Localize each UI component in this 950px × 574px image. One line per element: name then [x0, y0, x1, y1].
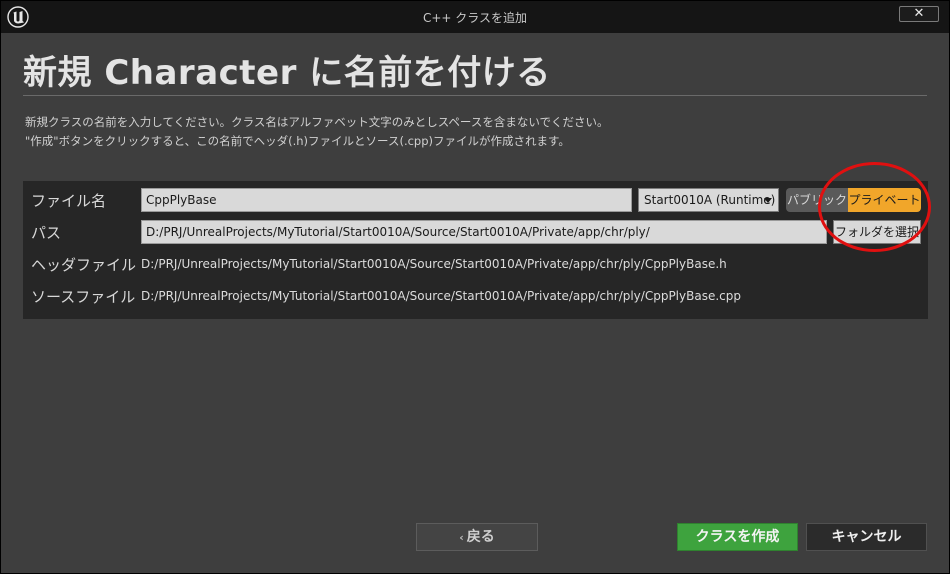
- module-dropdown-value: Start0010A (Runtime): [644, 193, 776, 207]
- class-name-input[interactable]: CppPlyBase: [141, 188, 632, 212]
- visibility-private-toggle[interactable]: プライベート: [848, 188, 921, 212]
- name-label: ファイル名: [31, 192, 107, 210]
- chevron-down-icon: [764, 198, 772, 203]
- back-button-label: 戻る: [466, 529, 495, 545]
- create-class-button[interactable]: クラスを作成: [677, 523, 798, 551]
- choose-folder-button[interactable]: フォルダを選択: [833, 220, 921, 244]
- add-cpp-class-dialog: C++ クラスを追加 ✕ 新規 Character に名前を付ける 新規クラスの…: [0, 0, 950, 574]
- visibility-public-toggle[interactable]: パブリック: [786, 188, 848, 212]
- header-file-path: D:/PRJ/UnrealProjects/MyTutorial/Start00…: [141, 257, 727, 271]
- title-bar[interactable]: C++ クラスを追加 ✕: [1, 1, 949, 33]
- source-file-path: D:/PRJ/UnrealProjects/MyTutorial/Start00…: [141, 289, 741, 303]
- module-dropdown[interactable]: Start0010A (Runtime): [638, 188, 779, 212]
- page-title: 新規 Character に名前を付ける: [23, 53, 551, 93]
- chevron-left-icon: ‹: [459, 531, 464, 544]
- path-label: パス: [31, 224, 62, 242]
- cancel-button[interactable]: キャンセル: [806, 523, 927, 551]
- description-line-2: "作成"ボタンをクリックすると、この名前でヘッダ(.h)ファイルとソース(.cp…: [25, 134, 570, 148]
- window-title: C++ クラスを追加: [422, 11, 528, 25]
- header-file-label: ヘッダファイル: [31, 256, 137, 274]
- close-button[interactable]: ✕: [899, 6, 939, 22]
- source-file-label: ソースファイル: [31, 288, 136, 306]
- description-line-1: 新規クラスの名前を入力してください。クラス名はアルファベット文字のみとしスペース…: [25, 115, 609, 129]
- heading-divider: [23, 95, 927, 96]
- close-icon: ✕: [913, 6, 925, 21]
- back-button[interactable]: ‹ 戻る: [416, 523, 538, 551]
- path-input[interactable]: D:/PRJ/UnrealProjects/MyTutorial/Start00…: [141, 220, 827, 244]
